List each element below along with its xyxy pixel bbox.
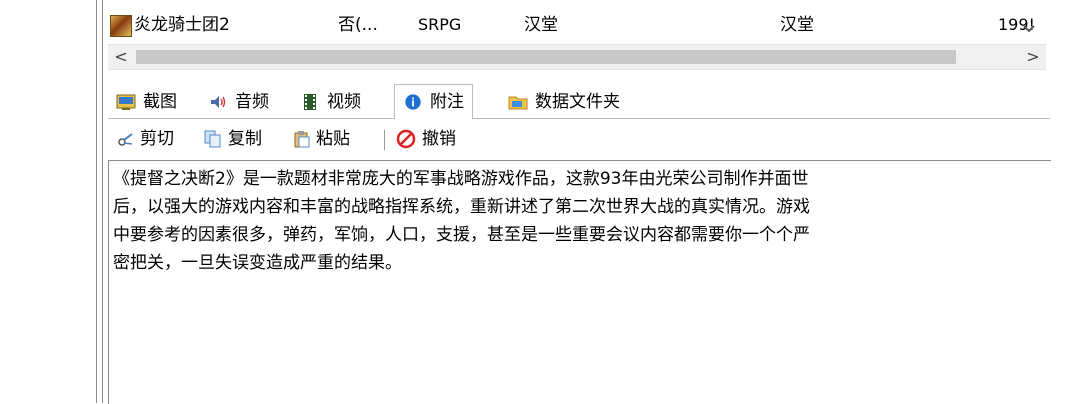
cut-label: 剪切 xyxy=(140,129,174,149)
toolbar-separator xyxy=(384,130,385,150)
publisher: 汉堂 xyxy=(780,15,814,35)
folder-icon xyxy=(508,96,528,110)
cancel-icon xyxy=(396,129,416,149)
tab-label: 数据文件夹 xyxy=(535,92,620,112)
game-name: 炎龙骑士团2 xyxy=(134,15,230,35)
chinese-flag: 否(... xyxy=(338,15,378,35)
scroll-right-button[interactable]: > xyxy=(1020,45,1046,69)
screenshot-icon xyxy=(116,94,136,110)
tab-label: 附注 xyxy=(430,92,464,112)
paste-icon xyxy=(294,131,310,148)
tab-notes[interactable]: 附注 xyxy=(394,84,473,119)
tab-label: 视频 xyxy=(327,92,361,112)
cut-button[interactable]: 剪切 xyxy=(118,126,174,152)
developer: 汉堂 xyxy=(524,15,558,35)
main-panel: 炎龙骑士团2 否(... SRPG 汉堂 汉堂 199! < > 截图 音频 视… xyxy=(96,0,1060,404)
undo-button[interactable]: 撤销 xyxy=(396,126,456,152)
tab-data-folder[interactable]: 数据文件夹 xyxy=(508,88,620,116)
info-icon xyxy=(405,94,421,110)
undo-label: 撤销 xyxy=(422,129,456,149)
scrollbar-thumb[interactable] xyxy=(136,50,956,64)
speaker-icon xyxy=(211,96,226,108)
notes-content: 《提督之决断2》是一款题材非常庞大的军事战略游戏作品，这款93年由光荣公司制作并… xyxy=(113,169,810,273)
cut-icon xyxy=(118,133,133,146)
panel-border-inner xyxy=(102,0,103,403)
copy-icon xyxy=(204,130,221,148)
genre: SRPG xyxy=(418,15,462,34)
paste-label: 粘贴 xyxy=(316,129,350,149)
notes-toolbar: 剪切 复制 粘贴 撤销 xyxy=(108,124,1050,154)
tab-video[interactable]: 视频 xyxy=(300,88,361,116)
detail-tabs: 截图 音频 视频 附注 数据文件夹 xyxy=(108,84,1050,119)
copy-label: 复制 xyxy=(228,129,262,149)
tab-screenshot[interactable]: 截图 xyxy=(116,88,177,116)
film-icon xyxy=(304,94,316,110)
game-thumbnail-icon xyxy=(110,15,132,37)
scroll-left-button[interactable]: < xyxy=(108,45,134,69)
copy-button[interactable]: 复制 xyxy=(204,126,262,152)
notes-textarea[interactable]: 《提督之决断2》是一款题材非常庞大的军事战略游戏作品，这款93年由光荣公司制作并… xyxy=(108,160,1051,404)
panel-border-left xyxy=(96,0,97,403)
game-list-row[interactable]: 炎龙骑士团2 否(... SRPG 汉堂 汉堂 199! xyxy=(108,10,1050,40)
tab-label: 截图 xyxy=(143,92,177,112)
tab-audio[interactable]: 音频 xyxy=(208,88,269,116)
tab-label: 音频 xyxy=(235,92,269,112)
horizontal-scrollbar[interactable]: < > xyxy=(108,44,1046,70)
paste-button[interactable]: 粘贴 xyxy=(294,126,350,152)
scroll-down-icon[interactable] xyxy=(1020,20,1038,38)
